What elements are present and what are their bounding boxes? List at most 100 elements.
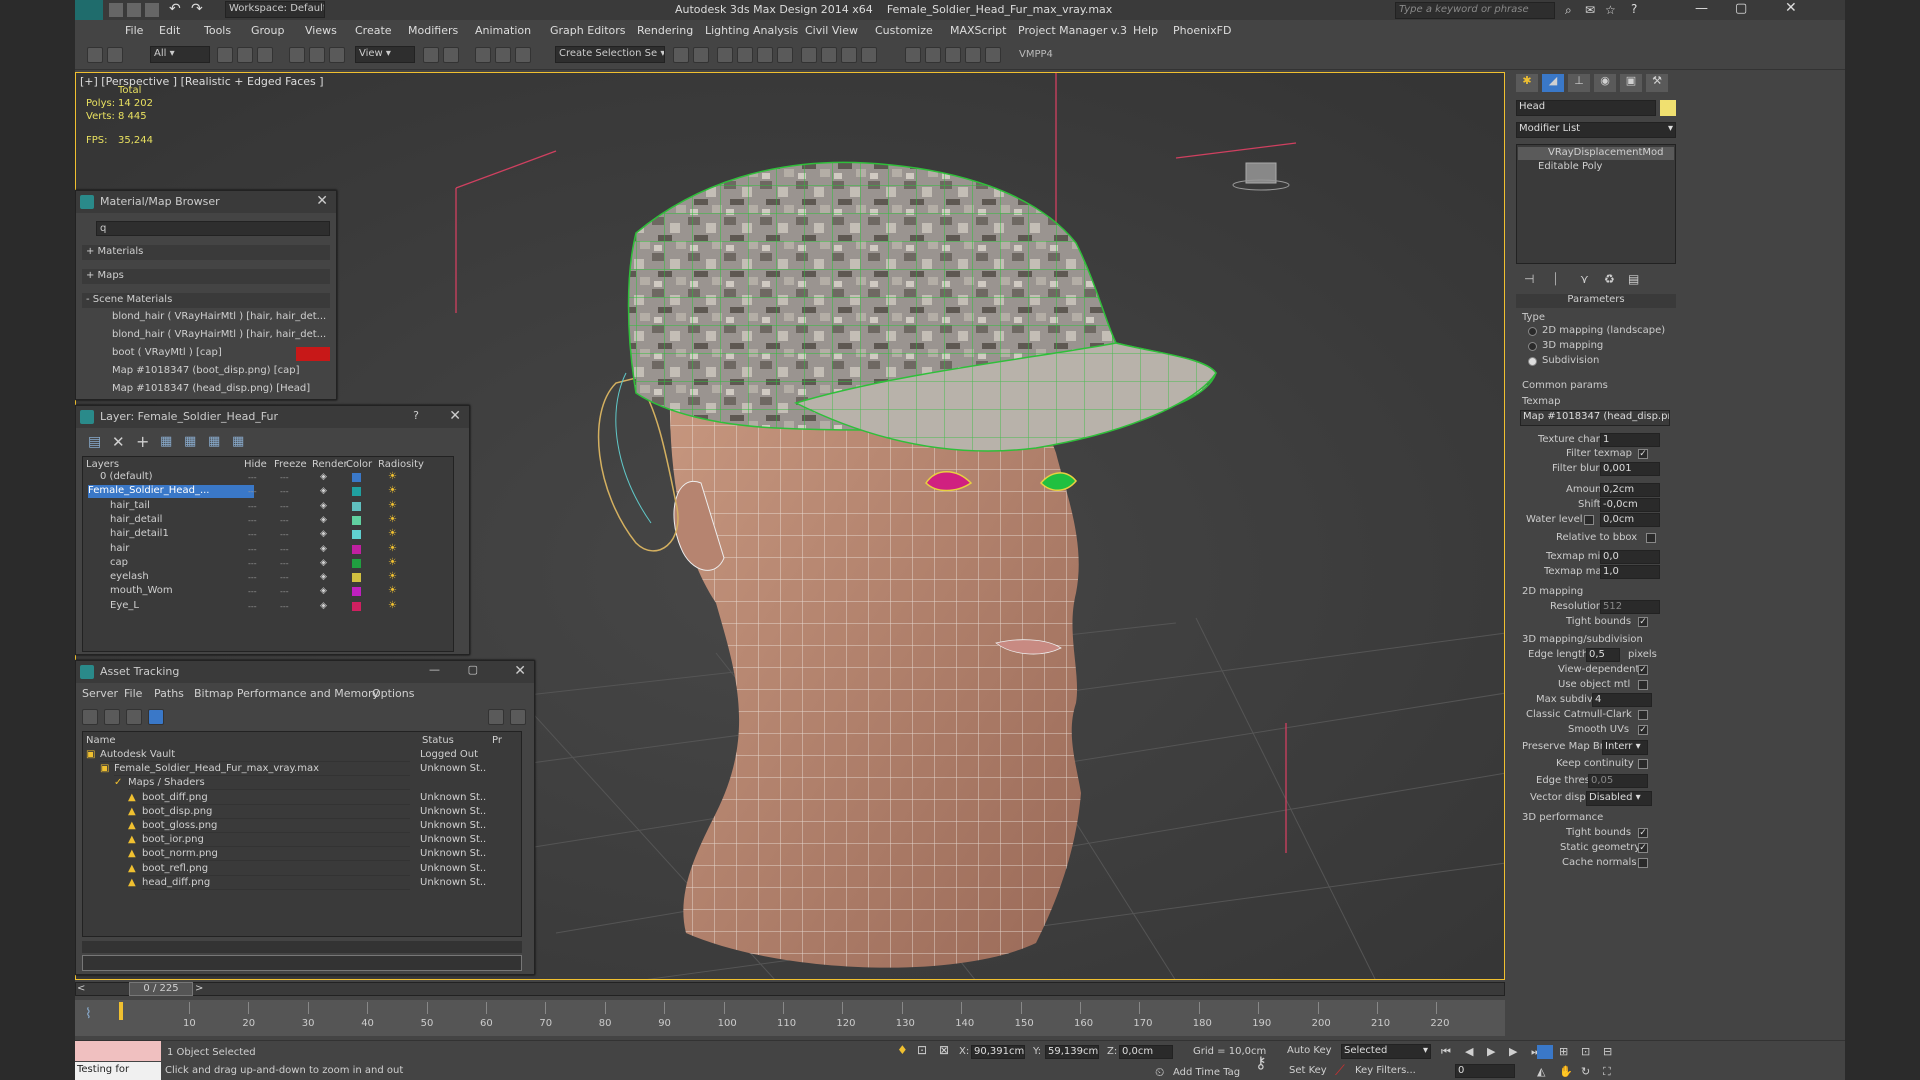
edge-length-spinner[interactable]: 0,5 [1586, 648, 1620, 662]
table-row[interactable]: boot_gloss.png [142, 820, 410, 833]
col-radiosity[interactable]: Radiosity [378, 459, 424, 470]
freeze-toggle[interactable]: --- [280, 502, 289, 511]
list-item[interactable]: blond_hair ( VRayHairMtl ) [hair, hair_d… [82, 329, 330, 344]
open-file-icon[interactable] [127, 3, 141, 17]
scene-materials-group[interactable]: - Scene Materials [82, 293, 330, 308]
render-toggle-icon[interactable]: ◈ [320, 544, 327, 554]
y-coord-field[interactable]: 59,139cm [1045, 1045, 1099, 1059]
layer-row[interactable]: 0 (default) [100, 471, 254, 484]
stack-item-editable-poly[interactable]: Editable Poly [1518, 161, 1674, 174]
save-file-icon[interactable] [145, 3, 159, 17]
layer-row[interactable]: Eye_L [110, 600, 254, 613]
max-subdivs-spinner[interactable]: 4 [1592, 693, 1652, 707]
render-toggle-icon[interactable]: ◈ [320, 472, 327, 482]
pan-icon[interactable]: ✋ [1559, 1065, 1573, 1078]
asset-tracking-header[interactable]: Asset Tracking — ▢ ✕ [76, 661, 534, 683]
zoom-extents-all-icon[interactable]: ⊟ [1603, 1045, 1612, 1058]
snap-icon[interactable] [475, 47, 491, 63]
lock-selection-icon[interactable]: ⊡ [917, 1043, 927, 1057]
catmull-clark-checkbox[interactable] [1638, 710, 1648, 720]
freeze-all-icon[interactable]: ▦ [232, 434, 244, 449]
col-status[interactable]: Status [422, 735, 454, 746]
menu-maxscript[interactable]: MAXScript [950, 24, 1006, 37]
resolution-spinner[interactable]: 512 [1600, 600, 1660, 614]
z-coord-field[interactable]: 0,0cm [1119, 1045, 1173, 1059]
asset-path-field[interactable] [82, 955, 522, 971]
use-object-mtl-checkbox[interactable] [1638, 680, 1648, 690]
unlink-icon[interactable] [107, 47, 123, 63]
select-object-icon[interactable] [217, 47, 233, 63]
search-input[interactable]: Type a keyword or phrase [1395, 2, 1555, 19]
parameters-header[interactable]: Parameters [1516, 294, 1676, 308]
menu-lighting-analysis[interactable]: Lighting Analysis [705, 24, 798, 37]
select-region-icon[interactable] [257, 47, 273, 63]
layer-color-swatch[interactable] [352, 473, 361, 482]
percent-snap-icon[interactable] [515, 47, 531, 63]
layer-row[interactable]: hair [110, 543, 254, 556]
hide-toggle[interactable]: --- [248, 573, 257, 582]
motion-tab-icon[interactable]: ◉ [1594, 74, 1616, 92]
vmpp-label[interactable]: VMPP4 [1019, 49, 1053, 60]
radiosity-icon[interactable]: ☀ [388, 600, 397, 611]
select-layer-icon[interactable]: ▦ [160, 434, 172, 449]
maxscript-listener-input[interactable]: Testing for [75, 1062, 161, 1080]
menu-tools[interactable]: Tools [204, 24, 231, 37]
col-proxy[interactable]: Pr [492, 735, 502, 746]
minimize-icon[interactable]: — [1695, 1, 1708, 16]
freeze-toggle[interactable]: --- [280, 559, 289, 568]
maximize-icon[interactable]: ▢ [1735, 1, 1747, 16]
radiosity-icon[interactable]: ☀ [388, 571, 397, 582]
communication-icon[interactable]: ✉ [1585, 3, 1595, 17]
radiosity-icon[interactable]: ☀ [388, 485, 397, 496]
texture-chan-spinner[interactable]: 1 [1600, 433, 1660, 447]
select-by-name-icon[interactable] [237, 47, 253, 63]
layer-color-swatch[interactable] [352, 573, 361, 583]
edge-thresh-spinner[interactable]: 0,05 [1588, 774, 1648, 788]
new-layer-icon[interactable]: ▤ [88, 434, 101, 450]
freeze-toggle[interactable]: --- [280, 530, 289, 539]
curve-editor-icon[interactable] [757, 47, 773, 63]
object-color-swatch[interactable] [1660, 100, 1676, 116]
close-icon[interactable]: ✕ [1785, 0, 1797, 16]
menu-civil-view[interactable]: Civil View [805, 24, 858, 37]
tight-bounds-3d-checkbox[interactable]: ✓ [1638, 828, 1648, 838]
preserve-map-bnd-dropdown[interactable]: Interr ▾ [1602, 740, 1648, 755]
render-toggle-icon[interactable]: ◈ [320, 601, 327, 611]
redo-icon[interactable]: ↷ [191, 1, 203, 17]
new-file-icon[interactable] [109, 3, 123, 17]
layer-color-swatch[interactable] [352, 601, 361, 611]
next-key-icon[interactable]: ▶ [1509, 1045, 1517, 1058]
hide-toggle[interactable]: --- [248, 530, 257, 539]
selection-filter-dropdown[interactable]: All ▾ [150, 46, 210, 63]
radio-subdivision[interactable] [1528, 357, 1537, 366]
maximize-icon[interactable]: ▢ [468, 663, 478, 676]
menu-file[interactable]: File [125, 24, 143, 37]
time-slider-track[interactable] [75, 982, 1505, 996]
vray-sun-icon[interactable] [965, 47, 981, 63]
radiosity-icon[interactable]: ☀ [388, 585, 397, 596]
vray-fur-icon[interactable] [985, 47, 1001, 63]
maps-group[interactable]: + Maps [82, 269, 330, 284]
layer-row[interactable]: eyelash [110, 571, 254, 584]
menu-edit[interactable]: Edit [159, 24, 180, 37]
select-manipulate-icon[interactable] [443, 47, 459, 63]
radio-3d-mapping[interactable] [1528, 342, 1537, 351]
hide-toggle[interactable]: --- [248, 545, 257, 554]
close-icon[interactable]: ✕ [316, 193, 328, 209]
modifier-list-dropdown[interactable]: Modifier List ▾ [1516, 122, 1676, 138]
layer-row[interactable]: Female_Soldier_Head_... [88, 485, 254, 499]
render-toggle-icon[interactable]: ◈ [320, 486, 327, 496]
menu-modifiers[interactable]: Modifiers [408, 24, 458, 37]
set-key-icon[interactable]: ⟋ [1335, 1063, 1345, 1079]
hide-toggle[interactable]: --- [248, 587, 257, 596]
hide-toggle[interactable]: --- [248, 487, 257, 496]
horizontal-scrollbar[interactable] [82, 941, 522, 953]
radio-2d-mapping[interactable] [1528, 327, 1537, 336]
hide-all-icon[interactable]: ▦ [208, 434, 220, 449]
zoom-extents-icon[interactable]: ⊡ [1581, 1045, 1590, 1058]
close-icon[interactable]: ✕ [449, 408, 461, 424]
time-tag-icon[interactable]: ⏲ [1155, 1065, 1164, 1080]
key-icon[interactable]: ⚷ [1255, 1053, 1267, 1072]
auto-key-button[interactable]: Auto Key [1287, 1045, 1332, 1056]
reference-coord-dropdown[interactable]: View ▾ [355, 46, 415, 63]
